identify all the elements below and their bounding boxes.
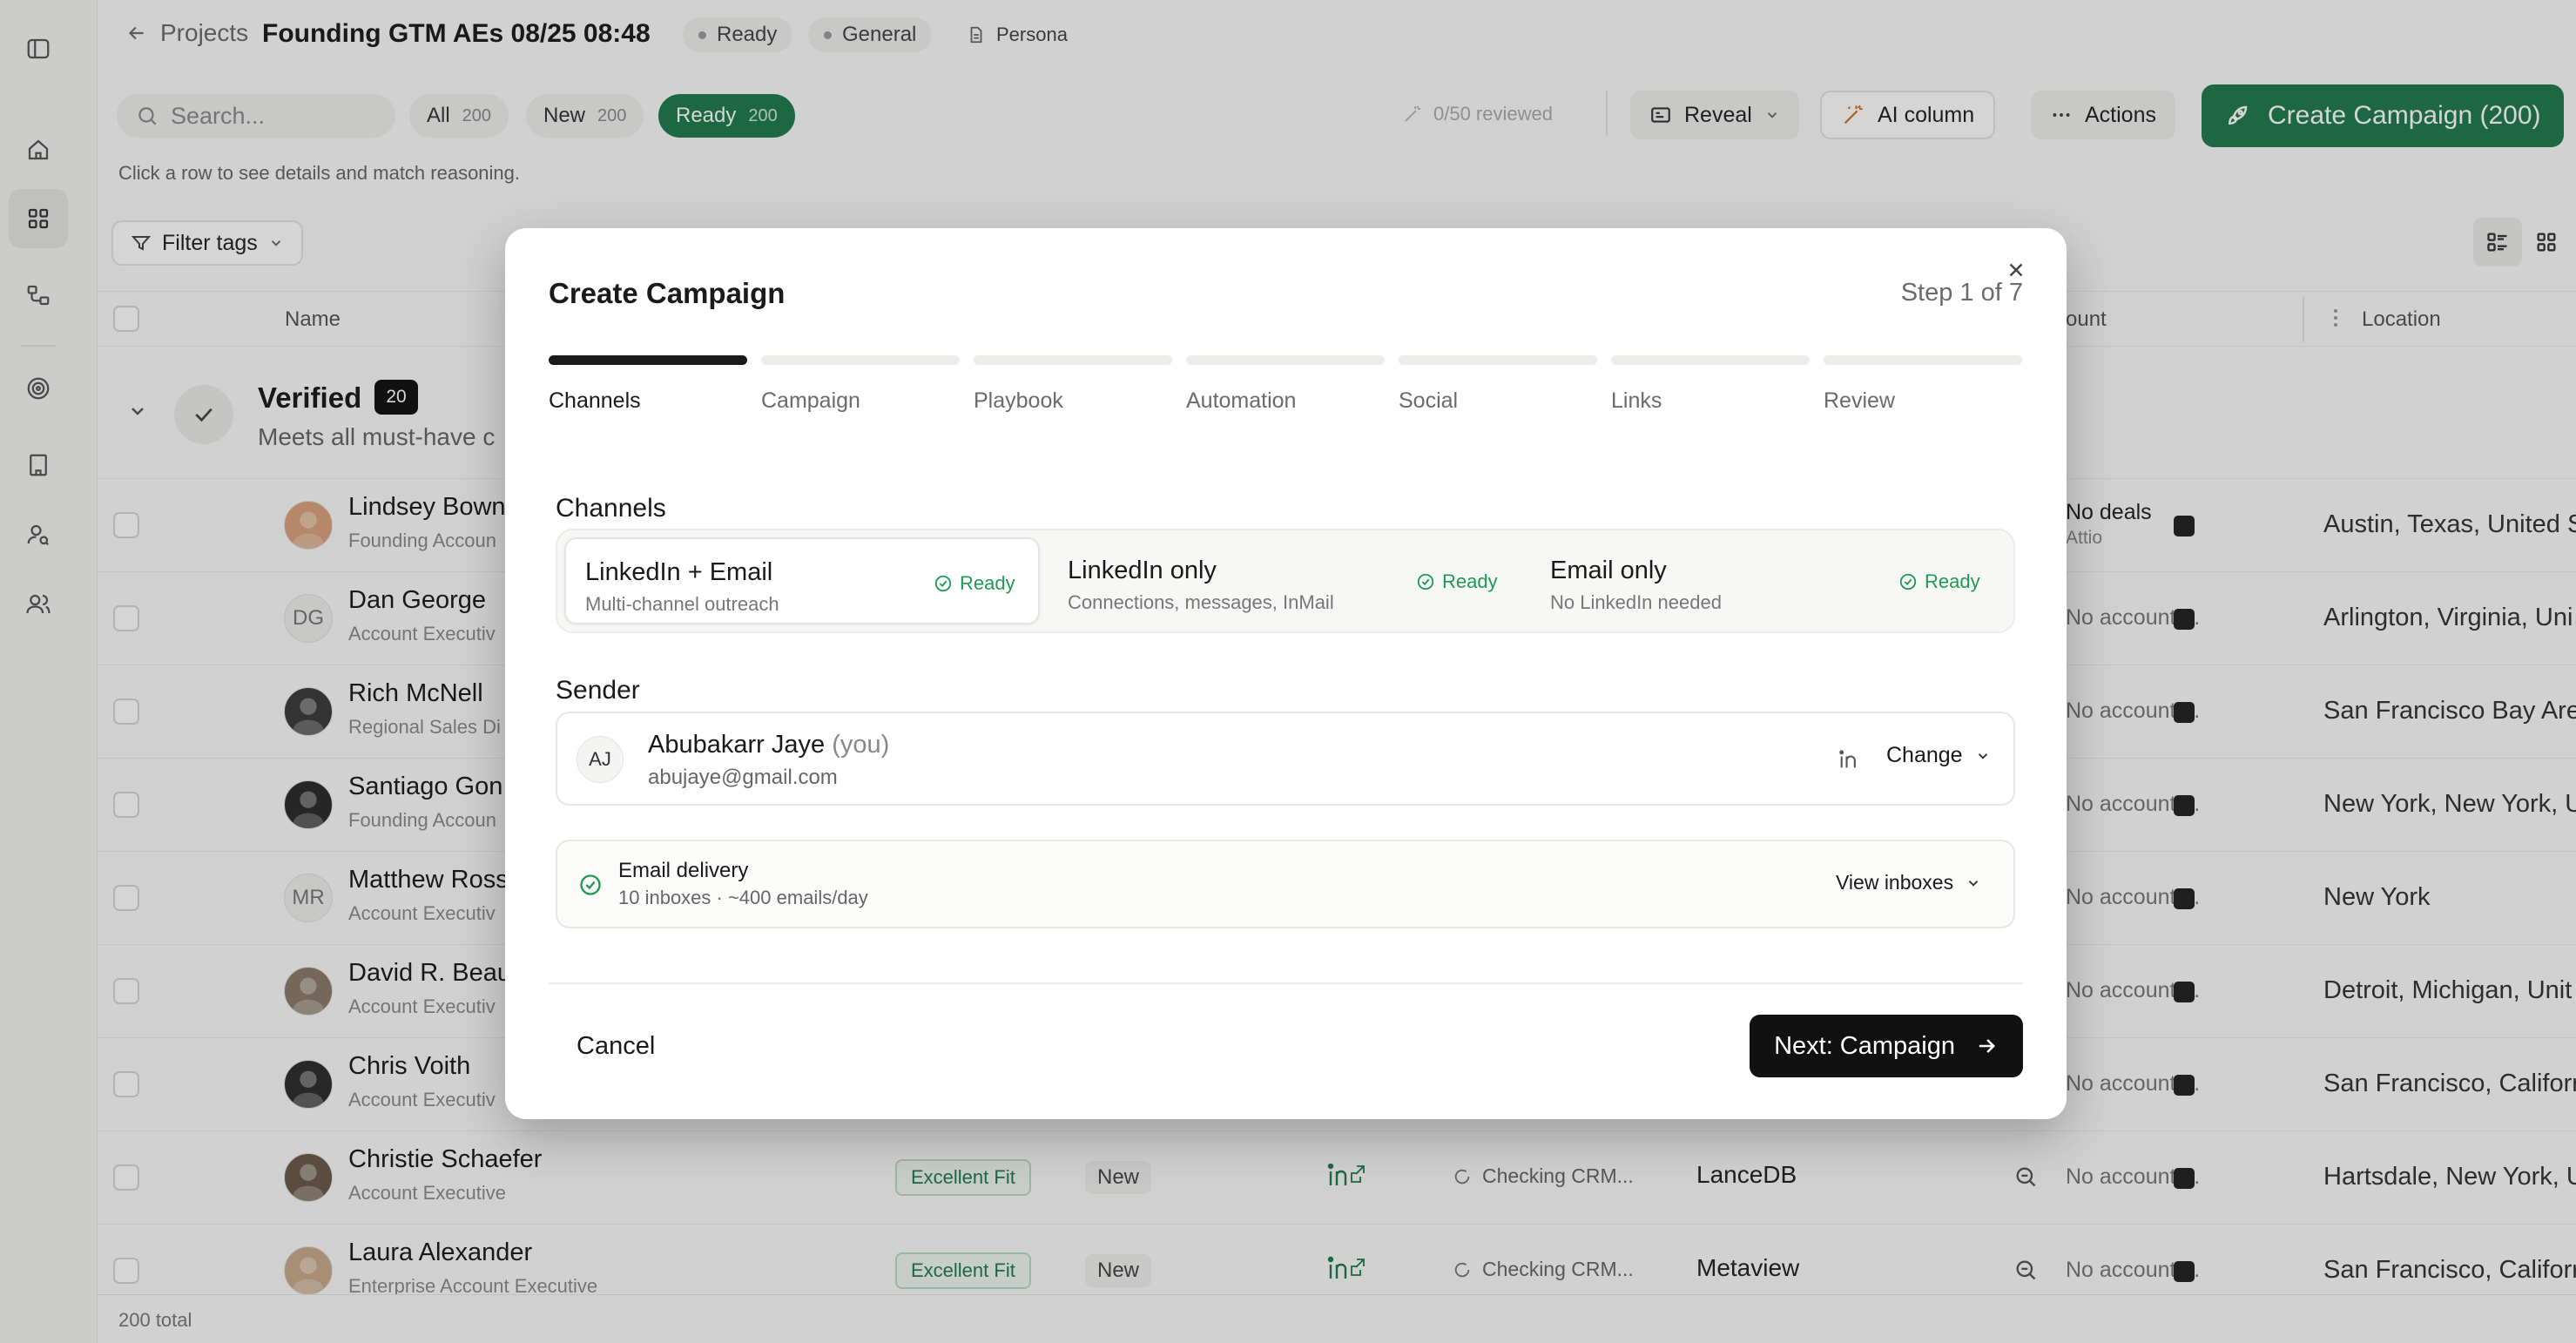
channel-status: Ready xyxy=(1416,570,1498,593)
linkedin-icon xyxy=(1838,747,1862,772)
check-circle-icon xyxy=(578,873,603,897)
email-delivery-subtitle: 10 inboxes · ~400 emails/day xyxy=(618,887,868,908)
step-social[interactable]: Social xyxy=(1399,388,1458,414)
next-label: Next: Campaign xyxy=(1774,1031,1955,1060)
channel-status: Ready xyxy=(1898,570,1980,593)
channel-title: Email only xyxy=(1550,557,1667,584)
sender-email: abujaye@gmail.com xyxy=(648,766,838,789)
cancel-button[interactable]: Cancel xyxy=(549,1015,683,1077)
channel-subtitle: Connections, messages, InMail xyxy=(1068,591,1334,613)
step-automation[interactable]: Automation xyxy=(1186,388,1296,414)
step-progress-bar xyxy=(974,355,1172,365)
chevron-down-icon xyxy=(1975,748,1991,764)
step-review[interactable]: Review xyxy=(1824,388,1895,414)
footer-divider xyxy=(549,982,2023,984)
view-inboxes-label: View inboxes xyxy=(1836,871,1954,894)
channel-email-only[interactable]: Email only No LinkedIn needed Ready xyxy=(1531,537,2006,624)
step-links[interactable]: Links xyxy=(1611,388,1662,414)
chevron-down-icon xyxy=(1966,875,1981,891)
sender-name-line: Abubakarr Jaye (you) xyxy=(648,731,889,759)
change-label: Change xyxy=(1886,743,1963,767)
arrow-right-icon xyxy=(1974,1034,1999,1058)
create-campaign-modal: Create Campaign Step 1 of 7 Channels Camp… xyxy=(505,228,2067,1119)
step-progress-bar xyxy=(1399,355,1597,365)
sender-avatar: AJ xyxy=(577,736,624,783)
sender-you-tag: (you) xyxy=(832,731,890,759)
channel-linkedin-email[interactable]: LinkedIn + Email Multi-channel outreach … xyxy=(564,537,1040,624)
check-circle-icon xyxy=(934,574,953,593)
channel-status-label: Ready xyxy=(1925,570,1980,592)
step-progress-bar xyxy=(549,355,747,365)
sender-name: Abubakarr Jaye xyxy=(648,731,826,759)
step-progress-bar xyxy=(761,355,960,365)
change-sender-button[interactable]: Change xyxy=(1886,743,1991,768)
step-progress-bar xyxy=(1824,355,2022,365)
check-circle-icon xyxy=(1898,572,1918,591)
channels-label: Channels xyxy=(556,494,666,523)
channel-subtitle: No LinkedIn needed xyxy=(1550,591,1722,613)
channel-title: LinkedIn only xyxy=(1068,557,1217,584)
step-playbook[interactable]: Playbook xyxy=(974,388,1063,414)
channel-title: LinkedIn + Email xyxy=(585,558,773,586)
channel-status-label: Ready xyxy=(1442,570,1498,592)
view-inboxes-button[interactable]: View inboxes xyxy=(1836,871,1981,894)
sender-label: Sender xyxy=(556,676,640,705)
step-progress-bar xyxy=(1186,355,1385,365)
channel-selector: LinkedIn + Email Multi-channel outreach … xyxy=(556,529,2015,633)
sender-card: AJ Abubakarr Jaye (you) abujaye@gmail.co… xyxy=(556,712,2015,806)
channel-subtitle: Multi-channel outreach xyxy=(585,593,779,615)
email-delivery-card: Email delivery 10 inboxes · ~400 emails/… xyxy=(556,840,2015,928)
step-campaign[interactable]: Campaign xyxy=(761,388,860,414)
step-progress-bar xyxy=(1611,355,1810,365)
channel-linkedin-only[interactable]: LinkedIn only Connections, messages, InM… xyxy=(1049,537,1524,624)
modal-title: Create Campaign xyxy=(549,277,786,309)
step-channels[interactable]: Channels xyxy=(549,388,641,414)
channel-status: Ready xyxy=(934,572,1015,595)
channel-status-label: Ready xyxy=(960,572,1015,594)
next-button[interactable]: Next: Campaign xyxy=(1750,1015,2023,1077)
check-circle-icon xyxy=(1416,572,1435,591)
email-delivery-title: Email delivery xyxy=(618,859,749,882)
close-icon[interactable] xyxy=(2000,254,2032,286)
